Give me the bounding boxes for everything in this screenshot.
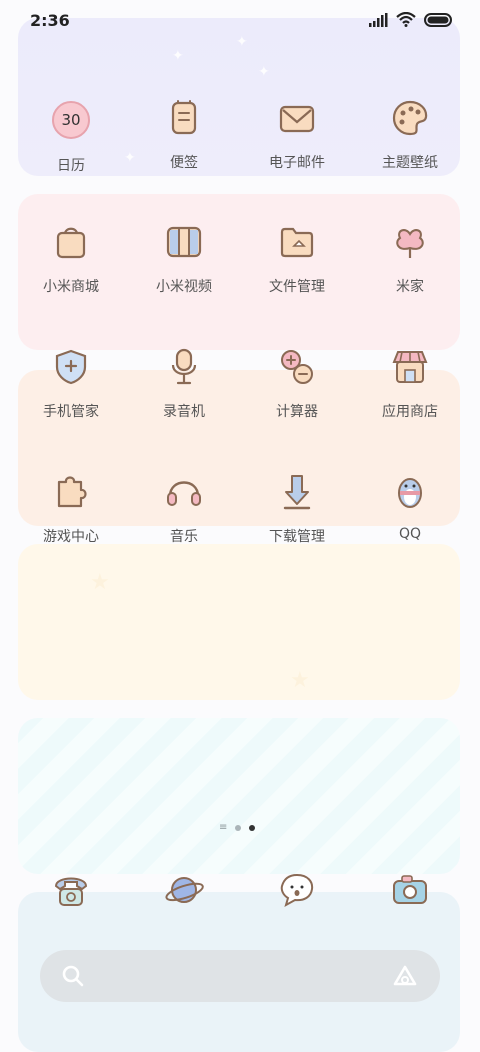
app-label: 计算器	[276, 404, 318, 420]
star-decor: ★	[290, 668, 310, 693]
wifi-icon	[396, 12, 416, 27]
app-label: 便签	[170, 155, 198, 171]
status-bar: 2:36	[0, 0, 480, 40]
app-calendar[interactable]: 30 日历	[16, 98, 126, 175]
camera-icon[interactable]	[390, 870, 430, 910]
app-label: 米家	[396, 279, 424, 295]
app-label: QQ	[398, 526, 422, 542]
menu-lines-icon: ≡	[219, 822, 228, 833]
app-music[interactable]: 音乐	[129, 472, 239, 546]
download-arrow-icon	[283, 475, 311, 510]
battery-icon	[424, 12, 452, 27]
app-label: 游戏中心	[43, 529, 99, 545]
app-label: 手机管家	[43, 404, 99, 420]
app-label: 电子邮件	[269, 155, 325, 171]
app-label: 音乐	[170, 529, 198, 545]
chat-bubble-icon[interactable]	[277, 870, 317, 910]
app-file-manager[interactable]: 文件管理	[242, 222, 352, 296]
film-icon	[166, 226, 202, 258]
assistant-icon[interactable]	[392, 964, 418, 988]
app-label: 主题壁纸	[382, 155, 438, 171]
flower-icon	[396, 229, 424, 258]
page-dot	[235, 825, 242, 831]
notes-icon	[171, 100, 197, 135]
app-store[interactable]: 应用商店	[355, 347, 465, 421]
search-icon	[62, 965, 84, 987]
star-decor: ★	[90, 570, 110, 595]
sparkle: ✦	[258, 64, 270, 80]
app-security[interactable]: 手机管家	[16, 347, 126, 421]
microphone-icon	[171, 348, 197, 385]
clock: 2:36	[30, 11, 70, 30]
app-mi-video[interactable]: 小米视频	[129, 222, 239, 296]
calculator-icon	[281, 350, 313, 384]
phone-icon[interactable]	[51, 870, 91, 910]
app-qq[interactable]: QQ	[355, 472, 465, 542]
app-label: 小米视频	[156, 279, 212, 295]
widget-card-4	[18, 544, 460, 700]
headphones-icon	[167, 481, 201, 506]
app-downloads[interactable]: 下载管理	[242, 472, 352, 546]
app-notes[interactable]: 便签	[129, 98, 239, 172]
search-bar[interactable]	[40, 950, 440, 1002]
app-game-center[interactable]: 游戏中心	[16, 472, 126, 546]
palette-icon	[392, 100, 428, 136]
shopping-bag-icon	[56, 227, 86, 259]
widget-card-5	[18, 718, 460, 874]
mail-icon	[279, 105, 315, 133]
app-themes[interactable]: 主题壁纸	[355, 98, 465, 172]
app-calculator[interactable]: 计算器	[242, 347, 352, 421]
signal-icon	[369, 12, 388, 27]
sparkle: ✦	[172, 48, 184, 64]
app-label: 小米商城	[43, 279, 99, 295]
app-recorder[interactable]: 录音机	[129, 347, 239, 421]
app-mi-store[interactable]: 小米商城	[16, 222, 126, 296]
app-label: 录音机	[163, 404, 205, 420]
planet-browser-icon[interactable]	[164, 870, 204, 910]
folder-icon	[280, 227, 314, 258]
app-label: 日历	[57, 158, 85, 174]
app-label: 文件管理	[269, 279, 325, 295]
page-indicator[interactable]: ≡	[219, 822, 256, 833]
page-dot-active	[249, 825, 256, 831]
penguin-icon	[398, 478, 422, 508]
app-label: 应用商店	[382, 404, 438, 420]
app-label: 下载管理	[269, 529, 325, 545]
puzzle-icon	[57, 476, 87, 508]
app-mijia[interactable]: 米家	[355, 222, 465, 296]
calendar-icon: 30	[52, 101, 90, 139]
store-icon	[392, 351, 428, 383]
shield-icon	[55, 349, 87, 385]
app-email[interactable]: 电子邮件	[242, 98, 352, 172]
